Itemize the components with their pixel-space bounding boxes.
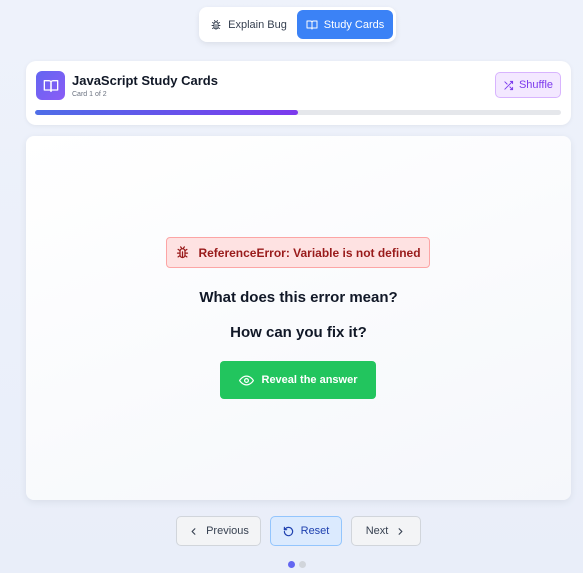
reset-button[interactable]: Reset	[270, 516, 342, 546]
mode-toggle: Explain Bug Study Cards	[199, 7, 396, 42]
error-badge: ReferenceError: Variable is not defined	[166, 237, 430, 268]
pagination-dot[interactable]	[288, 561, 295, 568]
reveal-answer-button[interactable]: Reveal the answer	[220, 361, 376, 399]
flash-card: ReferenceError: Variable is not defined …	[26, 136, 571, 500]
reset-label: Reset	[300, 525, 330, 537]
shuffle-label: Shuffle	[518, 79, 554, 91]
pagination-dots	[288, 561, 306, 568]
progress-bar	[35, 110, 561, 115]
previous-button[interactable]: Previous	[176, 516, 261, 546]
next-button[interactable]: Next	[351, 516, 421, 546]
page-title: JavaScript Study Cards	[72, 73, 218, 88]
tab-explain-bug-label: Explain Bug	[228, 18, 287, 31]
shuffle-button[interactable]: Shuffle	[495, 72, 561, 98]
next-label: Next	[365, 525, 389, 537]
tab-study-cards[interactable]: Study Cards	[297, 10, 393, 39]
chevron-right-icon	[398, 527, 403, 535]
error-text: ReferenceError: Variable is not defined	[198, 245, 421, 260]
card-counter: Card 1 of 2	[72, 91, 107, 98]
chevron-left-icon	[191, 527, 196, 535]
eye-icon	[238, 375, 254, 385]
tab-study-cards-label: Study Cards	[323, 18, 385, 31]
rotate-ccw-icon	[283, 526, 293, 536]
pagination-dot[interactable]	[299, 561, 306, 568]
book-open-icon	[306, 20, 318, 29]
question-fix: How can you fix it?	[230, 324, 367, 341]
reveal-answer-label: Reveal the answer	[261, 374, 358, 386]
deck-icon-badge	[36, 71, 65, 100]
bug-icon	[177, 246, 189, 259]
book-open-icon	[43, 79, 58, 92]
tab-explain-bug[interactable]: Explain Bug	[202, 10, 295, 39]
bug-icon	[211, 19, 221, 29]
previous-label: Previous	[206, 525, 249, 537]
deck-header: JavaScript Study Cards Card 1 of 2 Shuff…	[26, 61, 571, 125]
question-meaning: What does this error mean?	[199, 289, 398, 306]
progress-fill	[35, 110, 298, 115]
shuffle-icon	[504, 80, 514, 90]
